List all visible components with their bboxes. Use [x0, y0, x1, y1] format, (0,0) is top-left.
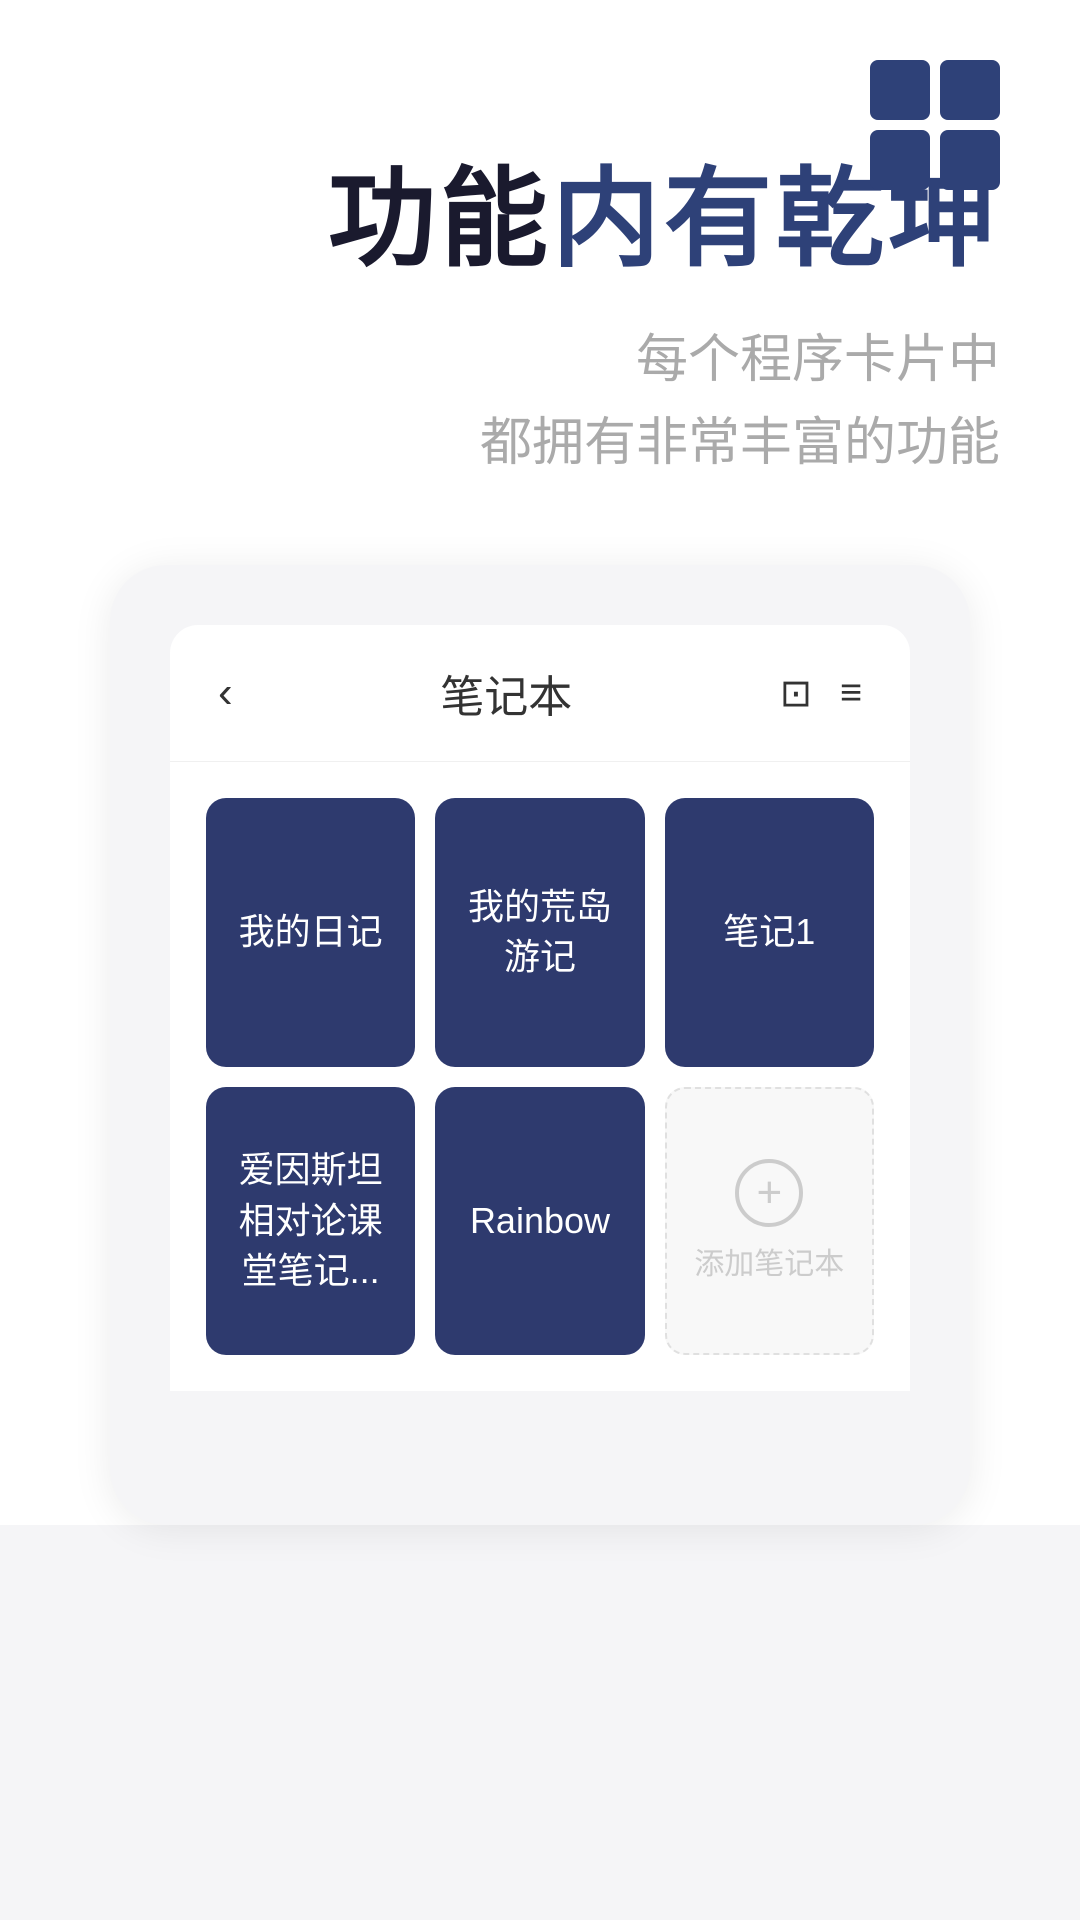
- grid-cell-4: [940, 130, 1000, 190]
- phone-mockup-wrapper: ‹ 笔记本 ⊡ ≡ 我的日记 我的荒岛游记: [110, 565, 970, 1525]
- notebook-card-add[interactable]: + 添加笔记本: [665, 1087, 874, 1355]
- notebook-card-einstein-label: 爱因斯坦相对论课堂笔记...: [219, 1125, 403, 1316]
- phone-bottom: [170, 1391, 910, 1491]
- notebook-card-island-label: 我的荒岛游记: [448, 862, 632, 1003]
- notebook-card-einstein[interactable]: 爱因斯坦相对论课堂笔记...: [206, 1087, 415, 1355]
- bottom-area: [0, 1525, 1080, 1920]
- add-notebook-icon: +: [735, 1159, 803, 1227]
- notebook-card-note1-label: 笔记1: [703, 887, 835, 977]
- notebook-grid: 我的日记 我的荒岛游记 笔记1 爱因斯坦相对论课堂笔记...: [170, 762, 910, 1391]
- grid-cell-1: [870, 60, 930, 120]
- notebook-card-diary-label: 我的日记: [219, 887, 403, 977]
- title-black: 功能: [328, 158, 552, 279]
- grid-cell-3: [870, 130, 930, 190]
- subtitle: 每个程序卡片中 都拥有非常丰富的功能: [80, 319, 1000, 485]
- main-title: 功能内有乾坤: [80, 160, 1000, 279]
- header-actions: ⊡ ≡: [780, 671, 862, 716]
- subtitle-line2: 都拥有非常丰富的功能: [80, 402, 1000, 485]
- add-notebook-label: 添加笔记本: [694, 1239, 844, 1283]
- notebook-card-rainbow[interactable]: Rainbow: [435, 1087, 644, 1355]
- app-screen: ‹ 笔记本 ⊡ ≡ 我的日记 我的荒岛游记: [170, 625, 910, 1391]
- notebook-card-diary[interactable]: 我的日记: [206, 798, 415, 1066]
- page: 功能内有乾坤 每个程序卡片中 都拥有非常丰富的功能 ‹ 笔记本 ⊡ ≡: [0, 0, 1080, 1920]
- app-title: 笔记本: [440, 661, 572, 725]
- back-button[interactable]: ‹: [218, 668, 233, 718]
- header-section: 功能内有乾坤 每个程序卡片中 都拥有非常丰富的功能: [0, 160, 1080, 485]
- notebook-card-note1[interactable]: 笔记1: [665, 798, 874, 1066]
- top-grid-icon: [870, 60, 1000, 190]
- subtitle-line1: 每个程序卡片中: [80, 319, 1000, 402]
- grid-cell-2: [940, 60, 1000, 120]
- sort-icon[interactable]: ⊡: [780, 671, 812, 716]
- menu-icon[interactable]: ≡: [840, 672, 862, 715]
- phone-mockup: ‹ 笔记本 ⊡ ≡ 我的日记 我的荒岛游记: [110, 565, 970, 1525]
- app-header: ‹ 笔记本 ⊡ ≡: [170, 625, 910, 762]
- notebook-card-island[interactable]: 我的荒岛游记: [435, 798, 644, 1066]
- notebook-card-rainbow-label: Rainbow: [450, 1176, 630, 1266]
